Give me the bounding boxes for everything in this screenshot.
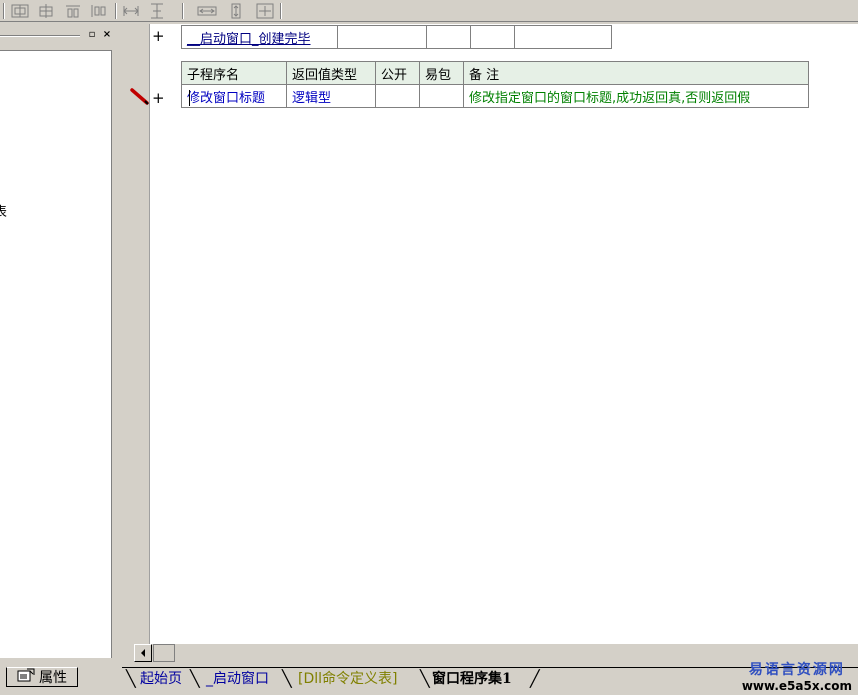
return-type-cell[interactable]: 逻辑型 (286, 84, 376, 108)
header-cell: 公开 (375, 61, 420, 85)
distribute-icon[interactable] (88, 1, 110, 20)
header-cell: 返回值类型 (286, 61, 376, 85)
event-name-cell[interactable]: __启动窗口_创建完毕 (181, 25, 338, 49)
tab-label: 窗口程序集1 (432, 671, 512, 687)
public-cell[interactable] (375, 84, 420, 108)
header-cell: 备 注 (463, 61, 809, 85)
same-size-icon[interactable] (254, 1, 276, 20)
event-cell[interactable] (337, 25, 427, 49)
expand-event-icon[interactable]: + (152, 29, 165, 44)
same-width-icon[interactable] (196, 1, 218, 20)
tab-divider: ╲ (190, 669, 200, 688)
editor-gutter (128, 24, 150, 644)
watermark-title: 易语言资源网 (748, 662, 845, 678)
header-cell: 子程序名 (181, 61, 287, 85)
watermark-url: www.e5a5x.com (741, 679, 852, 693)
align-center-icon[interactable] (35, 1, 57, 20)
properties-tab-label: 属性 (39, 670, 67, 686)
tab-label: 起始页 (140, 671, 182, 687)
table-row[interactable]: 修改窗口标题 逻辑型 修改指定窗口的窗口标题,成功返回真,否则返回假 (181, 84, 809, 108)
tab-divider: ╱ (530, 669, 540, 688)
equal-width-icon[interactable] (120, 1, 142, 20)
pin-icon[interactable]: ▫ (86, 29, 98, 40)
toolbar-separator (3, 3, 5, 19)
tab-dll-commands[interactable]: [Dll命令定义表] (294, 667, 401, 689)
header-cell: 易包 (419, 61, 464, 85)
properties-icon (17, 668, 35, 686)
event-cell[interactable] (470, 25, 515, 49)
same-height-icon[interactable] (225, 1, 247, 20)
easy-pack-cell[interactable] (419, 84, 464, 108)
toolbar-separator (280, 3, 282, 19)
panel-grip[interactable] (0, 35, 80, 37)
tab-start-page[interactable]: 起始页 (136, 667, 186, 689)
expand-subroutine-icon[interactable]: + (152, 91, 165, 106)
alignment-toolbar (0, 0, 858, 22)
event-table: __启动窗口_创建完毕 (181, 25, 612, 49)
tab-window-program-set[interactable]: 窗口程序集1 (428, 667, 516, 689)
tab-label: [Dll命令定义表] (298, 671, 398, 687)
tab-label: _启动窗口 (206, 671, 269, 687)
subroutine-name-cell[interactable]: 修改窗口标题 (181, 84, 287, 108)
scroll-left-button[interactable] (134, 644, 152, 662)
align-left-icon[interactable] (9, 1, 31, 20)
toolbar-separator (115, 3, 117, 19)
tab-divider: ╲ (126, 669, 136, 688)
edit-pencil-icon (130, 88, 150, 110)
tab-startup-window[interactable]: _启动窗口 (202, 667, 273, 689)
truncated-text: 表 (0, 201, 7, 220)
left-panel-header: ▫ × (0, 24, 120, 44)
left-panel: ▫ × 表 (0, 22, 120, 662)
tab-divider: ╲ (282, 669, 292, 688)
align-right-icon[interactable] (62, 1, 84, 20)
text-caret (189, 90, 190, 106)
left-panel-content[interactable]: 表 (0, 50, 112, 658)
properties-tab[interactable]: 属性 (6, 667, 78, 687)
close-icon[interactable]: × (101, 29, 113, 40)
code-editor[interactable]: + __启动窗口_创建完毕 + 子程序名 返回值类型 公开 易包 备 注 修改窗… (128, 24, 858, 644)
event-cell[interactable] (514, 25, 612, 49)
table-header-row: 子程序名 返回值类型 公开 易包 备 注 (181, 61, 809, 85)
equal-height-icon[interactable] (146, 1, 168, 20)
note-cell[interactable]: 修改指定窗口的窗口标题,成功返回真,否则返回假 (463, 84, 809, 108)
scroll-thumb[interactable] (153, 644, 175, 662)
subroutine-table: 子程序名 返回值类型 公开 易包 备 注 修改窗口标题 逻辑型 修改指定窗口的窗… (181, 61, 809, 108)
watermark: 易语言资源网 www.e5a5x.com (742, 659, 852, 693)
event-cell[interactable] (426, 25, 471, 49)
toolbar-separator (182, 3, 184, 19)
arrow-left-icon (141, 649, 145, 657)
